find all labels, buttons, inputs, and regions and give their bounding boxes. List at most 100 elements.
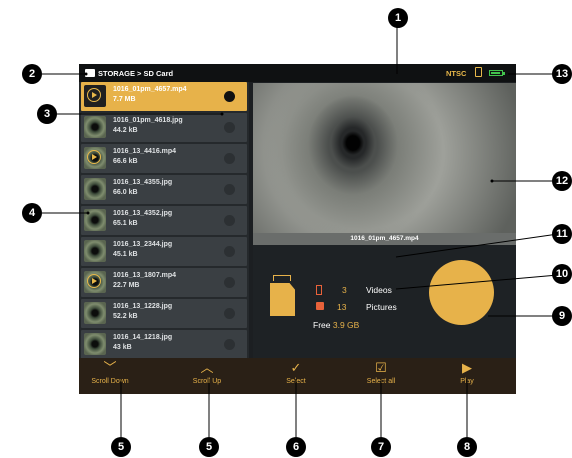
file-row[interactable]: 1016_01pm_4618.jpg 44.2 kB	[81, 113, 247, 142]
file-row[interactable]: 1016_13_4416.mp4 66.6 kB	[81, 144, 247, 173]
sd-card-icon-top	[273, 275, 291, 281]
free-space-label: Free	[313, 320, 331, 330]
file-row[interactable]: 1016_13_4355.jpg 66.0 kB	[81, 175, 247, 204]
breadcrumb[interactable]: STORAGE > SD Card	[85, 69, 173, 78]
file-thumbnail	[84, 302, 106, 324]
sd-card-status-icon	[475, 67, 482, 77]
video-count-icon	[316, 285, 322, 295]
storage-info-panel: 3 Videos 13 Pictures Free 3.9 GB	[253, 245, 516, 358]
scroll-up-label: Scroll Up	[192, 378, 222, 385]
pictures-count: 13	[337, 302, 347, 312]
file-list[interactable]: 1016_01pm_4657.mp4 7.7 MB 1016_01pm_4618.j…	[79, 82, 249, 359]
scroll-down-label: Scroll Down	[91, 378, 129, 385]
breadcrumb-path: STORAGE > SD Card	[98, 69, 174, 78]
callout-5-scroll-down: 5	[111, 437, 131, 457]
play-button[interactable]: ▶ Play	[437, 358, 497, 394]
preview-pane: 1016_01pm_4657.mp4	[253, 83, 516, 245]
video-play-icon	[87, 150, 101, 164]
videos-label: Videos	[366, 285, 392, 295]
file-size: 45.1 kB	[113, 251, 138, 258]
action-button[interactable]	[429, 260, 494, 325]
file-name: 1016_13_1228.jpg	[113, 303, 173, 310]
callout-11: 11	[552, 224, 572, 244]
free-space-value: 3.9 GB	[332, 320, 360, 330]
figure: STORAGE > SD Card NTSC 1016_01pm_4657.mp…	[0, 0, 572, 458]
file-name: 1016_01pm_4657.mp4	[113, 86, 187, 93]
callout-12: 12	[552, 171, 572, 191]
preview-image	[253, 83, 516, 233]
file-thumbnail	[84, 240, 106, 262]
file-name: 1016_13_4355.jpg	[113, 179, 173, 186]
bottom-toolbar: ﹀ Scroll Down ︿ Scroll Up ✓ Select ☑ Sel…	[79, 358, 516, 394]
status-bar: STORAGE > SD Card NTSC	[79, 64, 516, 82]
chevron-up-icon: ︿	[200, 360, 214, 375]
play-label: Play	[460, 378, 474, 385]
file-thumbnail	[84, 209, 106, 231]
file-size: 66.0 kB	[113, 189, 138, 196]
file-thumbnail	[84, 178, 106, 200]
file-row[interactable]: 1016_13_1228.jpg 52.2 kB	[81, 299, 247, 328]
preview-caption: 1016_01pm_4657.mp4	[253, 233, 516, 245]
select-checkbox[interactable]	[224, 153, 235, 164]
chevron-down-icon: ﹀	[103, 360, 117, 375]
select-checkbox[interactable]	[224, 308, 235, 319]
device-screen: STORAGE > SD Card NTSC 1016_01pm_4657.mp…	[79, 64, 516, 394]
callout-6: 6	[286, 437, 306, 457]
video-play-icon	[87, 88, 101, 102]
sd-card-icon	[270, 283, 295, 316]
callout-2: 2	[22, 64, 42, 84]
callout-13: 13	[552, 64, 572, 84]
callout-7: 7	[371, 437, 391, 457]
callout-9: 9	[552, 306, 572, 326]
file-name: 1016_13_1807.mp4	[113, 272, 177, 279]
file-row[interactable]: 1016_14_1218.jpg 43 kB	[81, 330, 247, 359]
folder-icon	[85, 69, 95, 77]
select-checkbox[interactable]	[224, 184, 235, 195]
file-name: 1016_01pm_4618.jpg	[113, 117, 183, 124]
select-checkbox[interactable]	[224, 339, 235, 350]
callout-4: 4	[22, 203, 42, 223]
file-size: 7.7 MB	[113, 96, 136, 103]
select-button[interactable]: ✓ Select	[266, 358, 326, 394]
file-row[interactable]: 1016_13_4352.jpg 65.1 kB	[81, 206, 247, 235]
file-size: 65.1 kB	[113, 220, 138, 227]
callout-10: 10	[552, 264, 572, 284]
file-row[interactable]: 1016_13_1807.mp4 22.7 MB	[81, 268, 247, 297]
file-thumbnail	[84, 333, 106, 355]
file-row[interactable]: 1016_01pm_4657.mp4 7.7 MB	[81, 82, 247, 111]
battery-icon	[489, 70, 503, 76]
file-size: 43 kB	[113, 344, 132, 351]
play-icon: ▶	[462, 360, 472, 375]
file-name: 1016_13_4352.jpg	[113, 210, 173, 217]
file-thumbnail	[84, 116, 106, 138]
video-play-icon	[87, 274, 101, 288]
callout-3: 3	[37, 104, 57, 124]
picture-count-icon	[316, 302, 324, 310]
callout-1: 1	[388, 8, 408, 28]
select-checkbox[interactable]	[224, 246, 235, 257]
file-size: 66.6 kB	[113, 158, 138, 165]
checkbox-icon: ☑	[375, 360, 387, 375]
file-size: 22.7 MB	[113, 282, 140, 289]
select-checkbox[interactable]	[224, 91, 235, 102]
check-icon: ✓	[290, 360, 302, 375]
callout-8: 8	[457, 437, 477, 457]
file-row[interactable]: 1016_13_2344.jpg 45.1 kB	[81, 237, 247, 266]
select-all-button[interactable]: ☑ Select all	[351, 358, 411, 394]
select-checkbox[interactable]	[224, 122, 235, 133]
file-name: 1016_13_2344.jpg	[113, 241, 173, 248]
scroll-down-button[interactable]: ﹀ Scroll Down	[80, 358, 140, 394]
video-mode-label: NTSC	[446, 69, 467, 78]
select-label: Select	[286, 378, 306, 385]
file-size: 52.2 kB	[113, 313, 138, 320]
pictures-label: Pictures	[366, 302, 397, 312]
select-checkbox[interactable]	[224, 215, 235, 226]
free-space: Free 3.9 GB	[313, 320, 359, 330]
select-checkbox[interactable]	[224, 277, 235, 288]
file-name: 1016_14_1218.jpg	[113, 334, 173, 341]
scroll-up-button[interactable]: ︿ Scroll Up	[177, 358, 237, 394]
battery-tip	[503, 72, 505, 75]
callout-5-scroll-up: 5	[199, 437, 219, 457]
file-size: 44.2 kB	[113, 127, 138, 134]
select-all-label: Select all	[366, 378, 396, 385]
